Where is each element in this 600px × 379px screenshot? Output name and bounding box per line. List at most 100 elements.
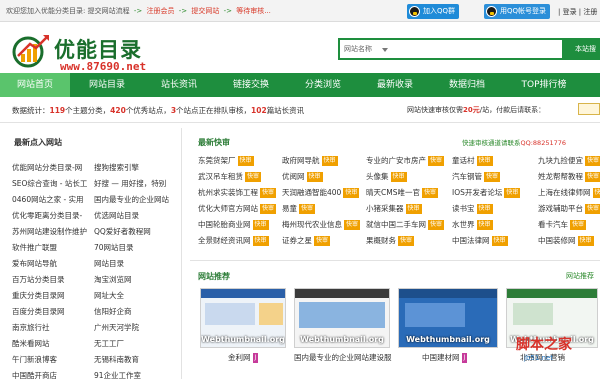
list-item[interactable]: 午门新浪博客 [12, 352, 88, 368]
list-item[interactable]: 70网站目录 [94, 240, 178, 256]
list-item[interactable]: 重庆分类目录网 [12, 288, 88, 304]
news-item[interactable]: 读书宝 快审 [452, 201, 493, 217]
list-item[interactable]: 优化零距离分类目录- [12, 208, 88, 224]
news-item[interactable]: 汽车钢管 快审 [452, 169, 501, 185]
nav-categories[interactable]: 分类浏览 [288, 73, 358, 97]
news-item[interactable]: 童话村 快审 [452, 153, 493, 169]
nav-news[interactable]: 站长资讯 [144, 73, 214, 97]
list-item[interactable]: SEO综合查询 - 站长工 [12, 176, 88, 192]
nav-archive[interactable]: 数据归档 [432, 73, 502, 97]
site-thumbnail[interactable]: Webthumbnail.org [294, 288, 390, 348]
list-item[interactable]: 国内最专业的企业网站 [94, 192, 178, 208]
recommended-more-link[interactable]: 网站推荐 [566, 271, 594, 281]
crumb-link-review[interactable]: 等待审核... [236, 7, 271, 15]
search-button[interactable]: 本站搜 [562, 40, 598, 58]
list-item[interactable]: 信阳好企商 [94, 304, 178, 320]
fast-review-badge: 快审 [260, 204, 277, 214]
list-item[interactable]: 酷米看网站 [12, 336, 88, 352]
news-item[interactable]: 优阅网 快审 [282, 169, 323, 185]
list-item[interactable]: 优能网站分类目录-网 [12, 160, 88, 176]
news-item[interactable]: 东莞货架厂 快审 [198, 153, 254, 169]
fast-review-badge: 快审 [484, 172, 501, 182]
news-item[interactable]: 小猪采集器 快审 [366, 201, 422, 217]
news-item[interactable]: 中国装修网 快审 [538, 233, 594, 249]
fast-review-badge: 快审 [476, 220, 493, 230]
site-thumbnail[interactable]: Webthumbnail.org [398, 288, 498, 348]
site-caption[interactable]: 金利网 J [228, 352, 259, 363]
signup-breadcrumb: 欢迎您加入优能分类目录: 提交网站流程 -> 注册会员 -> 提交网站 -> 等… [6, 7, 271, 15]
news-item[interactable]: 中国法律网 快审 [452, 233, 508, 249]
news-item[interactable]: 杭州求实装饰工程 快审 [198, 185, 277, 201]
site-caption[interactable]: 中国建材网 J [422, 352, 468, 363]
news-item[interactable]: 优化大师官方网站 快审 [198, 201, 277, 217]
news-item[interactable]: 证券之星 快审 [282, 233, 331, 249]
top-bar: 欢迎您加入优能分类目录: 提交网站流程 -> 注册会员 -> 提交网站 -> 等… [0, 0, 600, 22]
news-item[interactable]: 武汉吊车租赁 快审 [198, 169, 262, 185]
search-box[interactable]: 网站名称 本站搜 [338, 38, 600, 60]
hot-sites-col-1: 优能网站分类目录-网 SEO综合查询 - 站长工 0460网站之家 - 实用 优… [12, 160, 88, 379]
fast-review-badge: 快审 [570, 220, 587, 230]
news-item[interactable]: 果概财务 快审 [366, 233, 415, 249]
crumb-link-submit[interactable]: 提交网站 [191, 7, 219, 15]
nav-top-ranking[interactable]: TOP排行榜 [504, 73, 584, 97]
site-thumbnail[interactable]: Webthumbnail.org [200, 288, 286, 348]
news-item[interactable]: 易童 快审 [282, 201, 316, 217]
join-qq-group-button[interactable]: 加入QQ群 [407, 4, 460, 19]
news-item[interactable]: 中国轮胎商业网 快审 [198, 217, 269, 233]
contact-avatar-icon[interactable] [578, 103, 600, 115]
list-item[interactable]: 好搜 — 用好搜，特别 [94, 176, 178, 192]
list-item[interactable]: 91企业工作室 [94, 368, 178, 379]
list-item[interactable]: 搜狗搜索引擎 [94, 160, 178, 176]
list-item[interactable]: 百万站分类目录 [12, 272, 88, 288]
stats-bar: 数据统计：119个主题分类，420个优秀站点，3个站点正在排队审核，102篇站长… [0, 97, 600, 123]
crumb-link-register[interactable]: 注册会员 [146, 7, 174, 15]
hot-sites-panel: 最新点入网站 优能网站分类目录-网 SEO综合查询 - 站长工 0460网站之家… [0, 128, 182, 379]
news-item[interactable]: 全景财经资讯网 快审 [198, 233, 269, 249]
list-item[interactable]: 中国酷开商店 [12, 368, 88, 379]
news-item[interactable]: 晴天CMS唯一官 快审 [366, 185, 438, 201]
list-item[interactable]: 0460网站之家 - 实用 [12, 192, 88, 208]
list-item[interactable]: 苏州网站建设制作维护 [12, 224, 88, 240]
news-item[interactable]: 头像集 快审 [366, 169, 407, 185]
search-category-select[interactable]: 网站名称 [344, 44, 372, 54]
qq-login-button[interactable]: 用QQ帐号登录 [484, 4, 551, 19]
nav-home[interactable]: 网站首页 [0, 73, 70, 97]
login-register-links[interactable]: | 登录 | 注册 | [558, 7, 600, 17]
fast-review-badge: 快审 [428, 156, 445, 166]
news-item[interactable]: 看卡汽车 快审 [538, 217, 587, 233]
news-item[interactable]: 政府网导航 快审 [282, 153, 338, 169]
fast-review-badge: 快审 [321, 156, 338, 166]
news-item[interactable]: 游戏辅助平台 快审 [538, 201, 600, 217]
list-item[interactable]: 爱布网站导航 [12, 256, 88, 272]
list-item[interactable]: 网站目录 [94, 256, 178, 272]
site-logo[interactable]: 优能目录 www.87690.net [12, 32, 152, 73]
list-item[interactable]: 无工工厂 [94, 336, 178, 352]
news-item[interactable]: 专业的广安市房产 快审 [366, 153, 445, 169]
list-item[interactable]: 无锡科南教育 [94, 352, 178, 368]
news-item[interactable]: 梅州现代农业信息 快审 [282, 217, 361, 233]
news-item[interactable]: IOS开发者论坛 快审 [452, 185, 521, 201]
list-item[interactable]: 网址大全 [94, 288, 178, 304]
nav-link-exchange[interactable]: 链接交换 [216, 73, 286, 97]
news-item[interactable]: 九块九捡便宜 快审 [538, 153, 600, 169]
fast-review-badge: 快审 [245, 172, 262, 182]
list-item[interactable]: 广州天河学院 [94, 320, 178, 336]
nav-latest[interactable]: 最新收录 [360, 73, 430, 97]
list-item[interactable]: 百度分类目录网 [12, 304, 88, 320]
list-item[interactable]: 南京旅行社 [12, 320, 88, 336]
news-item[interactable]: 上海在线律师网快审 [538, 185, 600, 201]
list-item[interactable]: QQ爱好者教程网 [94, 224, 178, 240]
news-item[interactable]: 就信中国二手车网 快审 [366, 217, 445, 233]
site-caption[interactable]: 国内最专业的企业网站建设服 [294, 352, 392, 363]
nav-directory[interactable]: 网站目录 [72, 73, 142, 97]
qq-penguin-icon [486, 6, 497, 17]
news-item[interactable]: 姓龙帮帮教程 快审 [538, 169, 600, 185]
fast-review-badge: 快审 [476, 204, 493, 214]
news-item[interactable]: 水世界 快审 [452, 217, 493, 233]
crumb-link-process[interactable]: 提交网站流程 [88, 7, 130, 15]
fast-review-badge: 快审 [476, 156, 493, 166]
list-item[interactable]: 软件推广联盟 [12, 240, 88, 256]
news-item[interactable]: 天润融通智能400 快审 [282, 185, 360, 201]
list-item[interactable]: 淘宝浏览网 [94, 272, 178, 288]
list-item[interactable]: 优选网站目录 [94, 208, 178, 224]
